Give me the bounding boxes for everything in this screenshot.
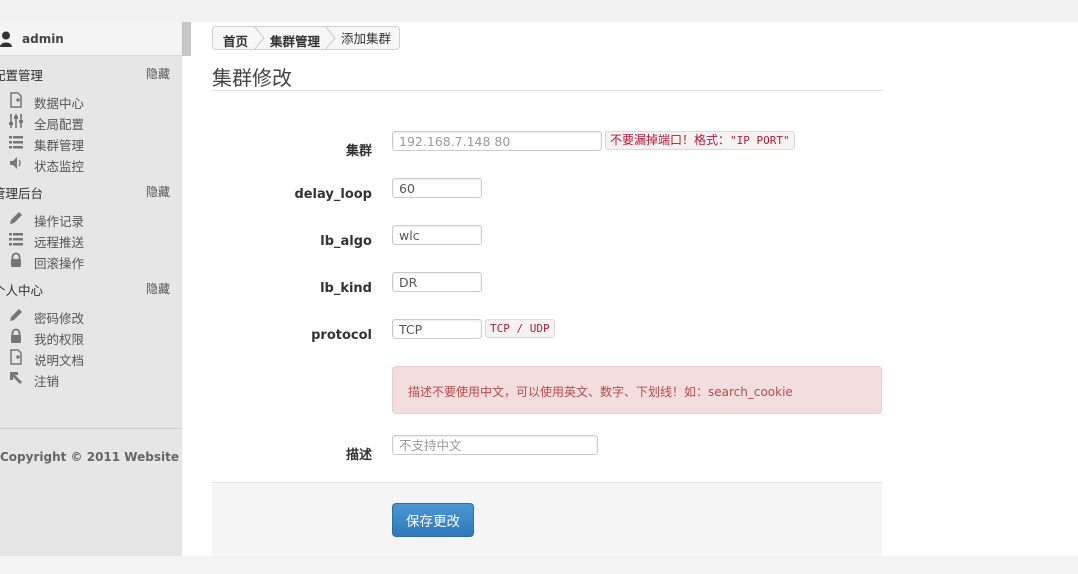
sidebar-item-logout[interactable]: 注销 xyxy=(8,368,178,389)
sidebar-item-label: 数据中心 xyxy=(34,96,85,111)
breadcrumb-home[interactable]: 首页 xyxy=(223,31,248,50)
delay-loop-label: delay_loop xyxy=(294,187,372,202)
hide-toggle[interactable]: 隐藏 xyxy=(146,65,170,82)
file-add-icon xyxy=(10,349,22,365)
sidebar-divider xyxy=(0,428,182,429)
sidebar-item-label: 说明文档 xyxy=(34,353,85,368)
protocol-help: TCP / UDP xyxy=(485,319,555,338)
list-icon xyxy=(9,136,23,149)
sliders-icon xyxy=(9,114,23,128)
sidebar-item-label: 状态监控 xyxy=(34,159,85,174)
file-add-icon xyxy=(10,92,22,108)
sidebar-item-data-center[interactable]: 数据中心 xyxy=(8,90,178,111)
sidebar-item-docs[interactable]: 说明文档 xyxy=(8,347,178,368)
lock-icon xyxy=(11,328,21,343)
pencil-icon xyxy=(10,309,22,321)
hide-toggle[interactable]: 隐藏 xyxy=(146,183,170,200)
sidebar-item-global-config[interactable]: 全局配置 xyxy=(8,111,178,132)
delay-loop-input[interactable] xyxy=(392,178,482,198)
sidebar-item-label: 全局配置 xyxy=(34,117,85,132)
arrow-up-left-icon xyxy=(10,372,22,384)
section-title: 个人中心 xyxy=(0,283,44,298)
bottom-bar xyxy=(0,556,1078,574)
description-input[interactable] xyxy=(392,435,598,455)
sidebar: admin 配置管理 隐藏 数据中心 全局配置 集群管理 状态监控 管理后台 隐… xyxy=(0,22,182,556)
section-title: 管理后台 xyxy=(0,186,44,201)
sidebar-item-label: 我的权限 xyxy=(34,332,85,347)
cluster-help-code: "IP PORT" xyxy=(730,134,790,147)
protocol-label: protocol xyxy=(311,328,372,343)
sidebar-item-label: 集群管理 xyxy=(34,138,85,153)
alert-text: 描述不要使用中文，可以使用英文、数字、下划线！如：search_cookie xyxy=(408,385,793,399)
description-alert: 描述不要使用中文，可以使用英文、数字、下划线！如：search_cookie xyxy=(392,366,882,414)
breadcrumb: 首页 集群管理 添加集群 xyxy=(212,26,400,50)
user-icon xyxy=(0,31,12,47)
section-header-personal: 个人中心 隐藏 xyxy=(0,277,182,298)
sidebar-scrollbar[interactable] xyxy=(182,22,191,56)
copyright: Copyright © 2011 Website xyxy=(0,450,179,464)
sidebar-item-label: 远程推送 xyxy=(34,235,85,250)
sidebar-item-rollback[interactable]: 回滚操作 xyxy=(8,250,178,271)
breadcrumb-separator xyxy=(253,26,265,50)
cluster-label: 集群 xyxy=(345,144,372,159)
save-changes-button[interactable]: 保存更改 xyxy=(392,503,474,537)
lb-algo-input[interactable] xyxy=(392,225,482,245)
pencil-icon xyxy=(10,212,22,224)
lb-algo-label: lb_algo xyxy=(320,234,372,249)
description-label: 描述 xyxy=(345,448,372,463)
lock-icon xyxy=(11,252,21,267)
user-row[interactable]: admin xyxy=(0,22,182,56)
sidebar-item-label: 注销 xyxy=(34,374,60,389)
lb-kind-label: lb_kind xyxy=(320,281,372,296)
sidebar-item-label: 操作记录 xyxy=(34,214,85,229)
cluster-input[interactable] xyxy=(392,131,602,151)
form-actions: 保存更改 xyxy=(212,482,882,556)
cluster-help: 不要漏掉端口！格式："IP PORT" xyxy=(605,131,795,150)
lb-kind-input[interactable] xyxy=(392,272,482,292)
section-header-admin: 管理后台 隐藏 xyxy=(0,180,182,201)
section-title: 配置管理 xyxy=(0,68,44,83)
sidebar-item-cluster-manage[interactable]: 集群管理 xyxy=(8,132,178,153)
breadcrumb-current: 添加集群 xyxy=(341,31,392,46)
sidebar-item-op-log[interactable]: 操作记录 xyxy=(8,208,178,229)
sidebar-item-change-password[interactable]: 密码修改 xyxy=(8,305,178,326)
section-header-config: 配置管理 隐藏 xyxy=(0,62,182,83)
breadcrumb-separator xyxy=(324,26,336,50)
title-divider xyxy=(212,90,882,91)
sidebar-item-label: 回滚操作 xyxy=(34,256,85,271)
sidebar-item-remote-push[interactable]: 远程推送 xyxy=(8,229,178,250)
protocol-input[interactable] xyxy=(392,319,482,339)
top-bar xyxy=(0,0,1078,22)
sidebar-item-status-monitor[interactable]: 状态监控 xyxy=(8,153,178,174)
sidebar-item-label: 密码修改 xyxy=(34,311,85,326)
breadcrumb-cluster-manage[interactable]: 集群管理 xyxy=(270,31,320,50)
cluster-help-text: 不要漏掉端口！格式： xyxy=(610,133,731,147)
page-title: 集群修改 xyxy=(212,66,292,90)
volume-icon xyxy=(10,157,21,169)
user-name: admin xyxy=(22,32,64,46)
hide-toggle[interactable]: 隐藏 xyxy=(146,280,170,297)
sidebar-item-my-permissions[interactable]: 我的权限 xyxy=(8,326,178,347)
list-icon xyxy=(9,233,23,246)
